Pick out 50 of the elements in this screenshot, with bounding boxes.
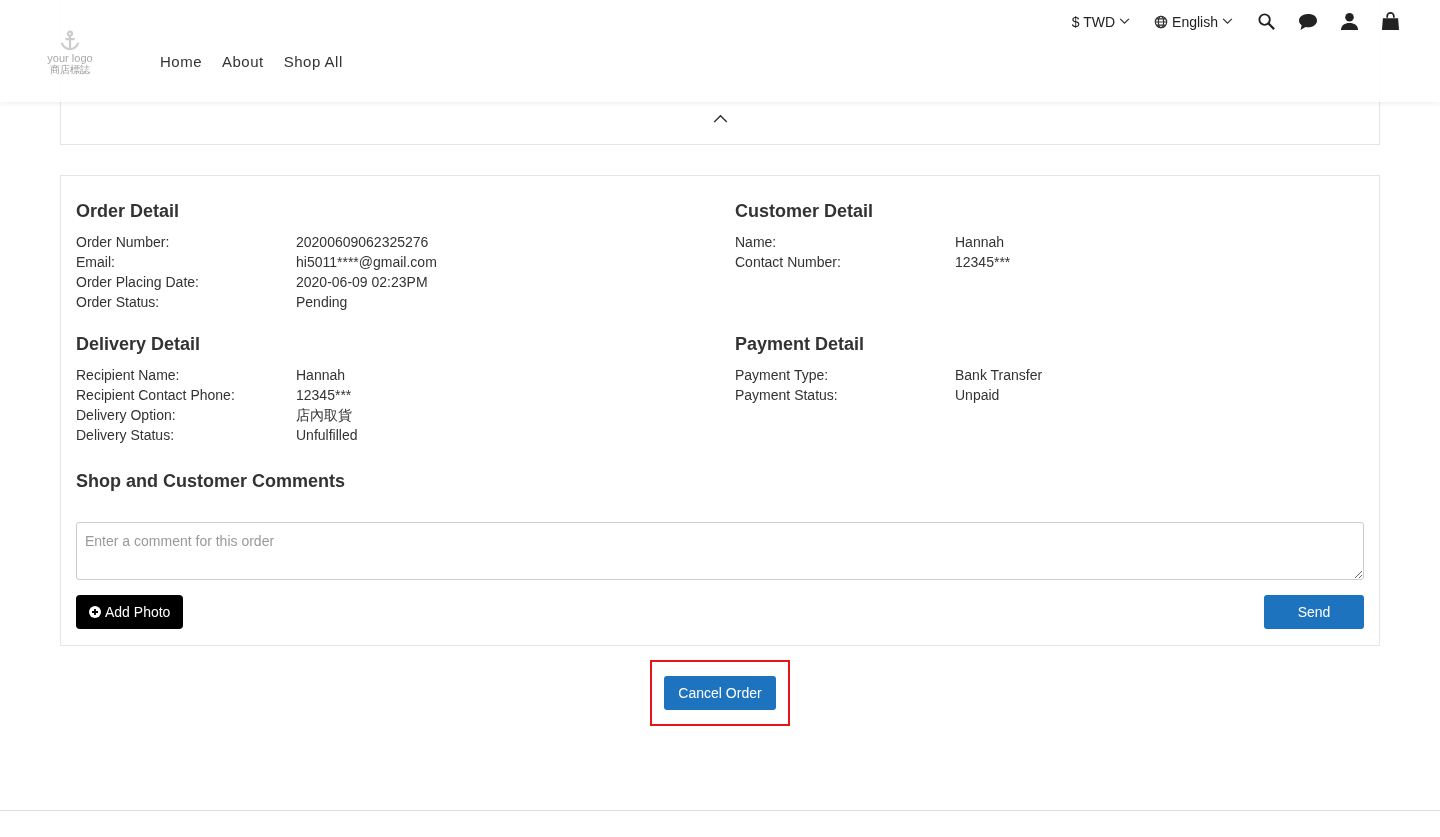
logo-subtext: 商店標誌 [50, 64, 90, 75]
field-value: 20200609062325276 [296, 233, 429, 252]
field-label: Order Number: [76, 233, 171, 252]
field-value: 12345*** [955, 253, 1011, 272]
chevron-up-icon[interactable] [712, 114, 728, 123]
globe-icon [1154, 14, 1169, 29]
field-label: Order Placing Date: [76, 273, 200, 292]
nav-link[interactable]: Shop All [283, 53, 343, 70]
section-title: Delivery Detail [76, 334, 202, 355]
field-value: Pending [296, 293, 348, 312]
section-title: Customer Detail [735, 201, 875, 222]
field-label: Recipient Contact Phone: [76, 386, 236, 405]
field-value: Hannah [955, 233, 1005, 252]
chat-bubble-icon[interactable] [1298, 12, 1318, 31]
chevron-down-icon [1222, 18, 1233, 25]
section-title: Payment Detail [735, 334, 866, 355]
chevron-down-icon [1119, 18, 1131, 25]
field-label: Email: [76, 253, 116, 272]
search-icon[interactable] [1257, 12, 1276, 31]
field-label: Name: [735, 233, 778, 252]
field-value: 12345*** [296, 386, 352, 405]
field-value: 店內取貨 [296, 406, 352, 425]
field-label: Delivery Option: [76, 406, 177, 425]
user-icon[interactable] [1340, 12, 1359, 31]
logo-text: your logo [47, 52, 93, 64]
plus-circle-icon [89, 606, 101, 618]
currency-dropdown[interactable]: $ TWD [1071, 13, 1131, 30]
anchor-icon [59, 30, 81, 52]
shopping-bag-icon[interactable] [1381, 12, 1400, 31]
section-title: Shop and Customer Comments [76, 471, 347, 492]
field-value: hi5011****@gmail.com [296, 253, 437, 272]
field-value: Unfulfilled [296, 426, 358, 445]
field-label: Order Status: [76, 293, 161, 312]
field-value: Bank Transfer [955, 366, 1043, 385]
send-button[interactable]: Send [1264, 595, 1364, 629]
field-label: Payment Type: [735, 366, 830, 385]
cancel-order-button[interactable]: Cancel Order [664, 676, 776, 710]
field-value: 2020-06-09 02:23PM [296, 273, 428, 292]
field-label: Payment Status: [735, 386, 839, 405]
field-label: Contact Number: [735, 253, 842, 272]
field-value: Hannah [296, 366, 346, 385]
language-dropdown[interactable]: English [1154, 13, 1233, 30]
field-value: Unpaid [955, 386, 1000, 405]
nav-link[interactable]: Home [160, 53, 202, 70]
field-label: Recipient Name: [76, 366, 181, 385]
section-title: Order Detail [76, 201, 181, 222]
field-label: Delivery Status: [76, 426, 176, 445]
add-photo-button[interactable]: Add Photo [76, 595, 184, 629]
nav-link[interactable]: About [222, 53, 264, 70]
comment-field[interactable]: Enter a comment for this order [76, 522, 1364, 580]
